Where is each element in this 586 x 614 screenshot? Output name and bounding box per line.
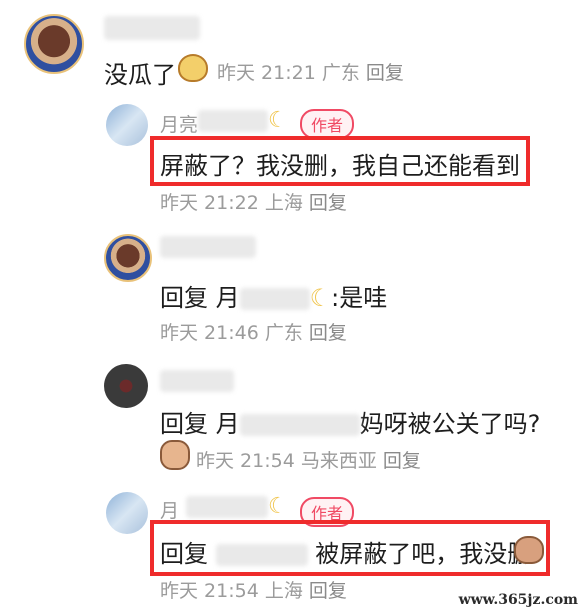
moon-icon: ☾ [268,108,288,133]
comment-meta: 昨天 21:54 马来西亚 回复 [196,446,421,473]
avatar[interactable] [24,14,84,74]
comment-time: 昨天 21:22 [160,192,259,214]
user-name[interactable] [160,370,234,392]
comment-text: 屏蔽了？我没删，我自己还能看到 [160,152,520,180]
reply-button[interactable]: 回复 [366,62,404,84]
comment-text: 回复 被屏蔽了吧，我没删 [160,534,531,569]
comment-text: 回复 月 妈呀被公关了吗? [160,404,540,439]
comment-text: 没瓜了 [104,61,176,89]
comment-time: 昨天 21:54 [160,580,259,602]
comment-meta: 昨天 21:54 上海 回复 [160,576,347,603]
user-name[interactable] [160,236,256,258]
comment-location: 马来西亚 [300,450,377,472]
mention-blur [239,414,360,436]
reply-prefix: 回复 [160,410,208,438]
user-name[interactable]: 月亮 [160,110,198,137]
reply-text: 妈呀被公关了吗? [359,410,541,438]
mention-name[interactable]: 月 [216,410,240,438]
comment-meta: 昨天 21:46 广东 回复 [160,318,347,345]
user-name-blur [198,110,268,132]
author-badge: 作者 [300,109,355,139]
comment-meta: 昨天 21:22 上海 回复 [160,188,347,215]
user-name[interactable]: 月 [160,496,179,523]
avatar[interactable] [106,492,148,534]
moon-icon: ☾ [309,284,332,312]
reply-button[interactable]: 回复 [309,322,347,344]
watermark: www.365jz.com [458,592,578,608]
comment-meta: 昨天 21:21 广东 回复 [217,58,404,85]
moon-icon: ☾ [268,494,288,519]
comment-location: 广东 [264,322,303,344]
mention-blur [239,288,310,310]
avatar[interactable] [106,104,148,146]
reply-button[interactable]: 回复 [309,580,347,602]
emoji-icon [514,536,544,564]
user-name-blur [186,496,268,518]
reply-button[interactable]: 回复 [383,450,421,472]
reply-prefix: 回复 [160,540,208,568]
emoji-icon [178,54,208,82]
avatar[interactable] [104,234,152,282]
mention-name[interactable]: 月 [216,284,240,312]
reply-text: 被屏蔽了吧，我没删 [315,540,532,568]
comment-location: 上海 [264,192,303,214]
reply-text: :是哇 [331,284,388,312]
comment-location: 上海 [264,580,303,602]
comment-time: 昨天 21:46 [160,322,259,344]
reply-prefix: 回复 [160,284,208,312]
comment-text: 回复 月 ☾:是哇 [160,278,387,313]
avatar[interactable] [104,364,148,408]
emoji-icon [160,440,190,470]
user-name[interactable] [104,16,200,40]
comment-time: 昨天 21:54 [196,450,295,472]
reply-button[interactable]: 回复 [309,192,347,214]
mention-blur [215,544,308,566]
comment-time: 昨天 21:21 [217,62,316,84]
comment-location: 广东 [321,62,360,84]
